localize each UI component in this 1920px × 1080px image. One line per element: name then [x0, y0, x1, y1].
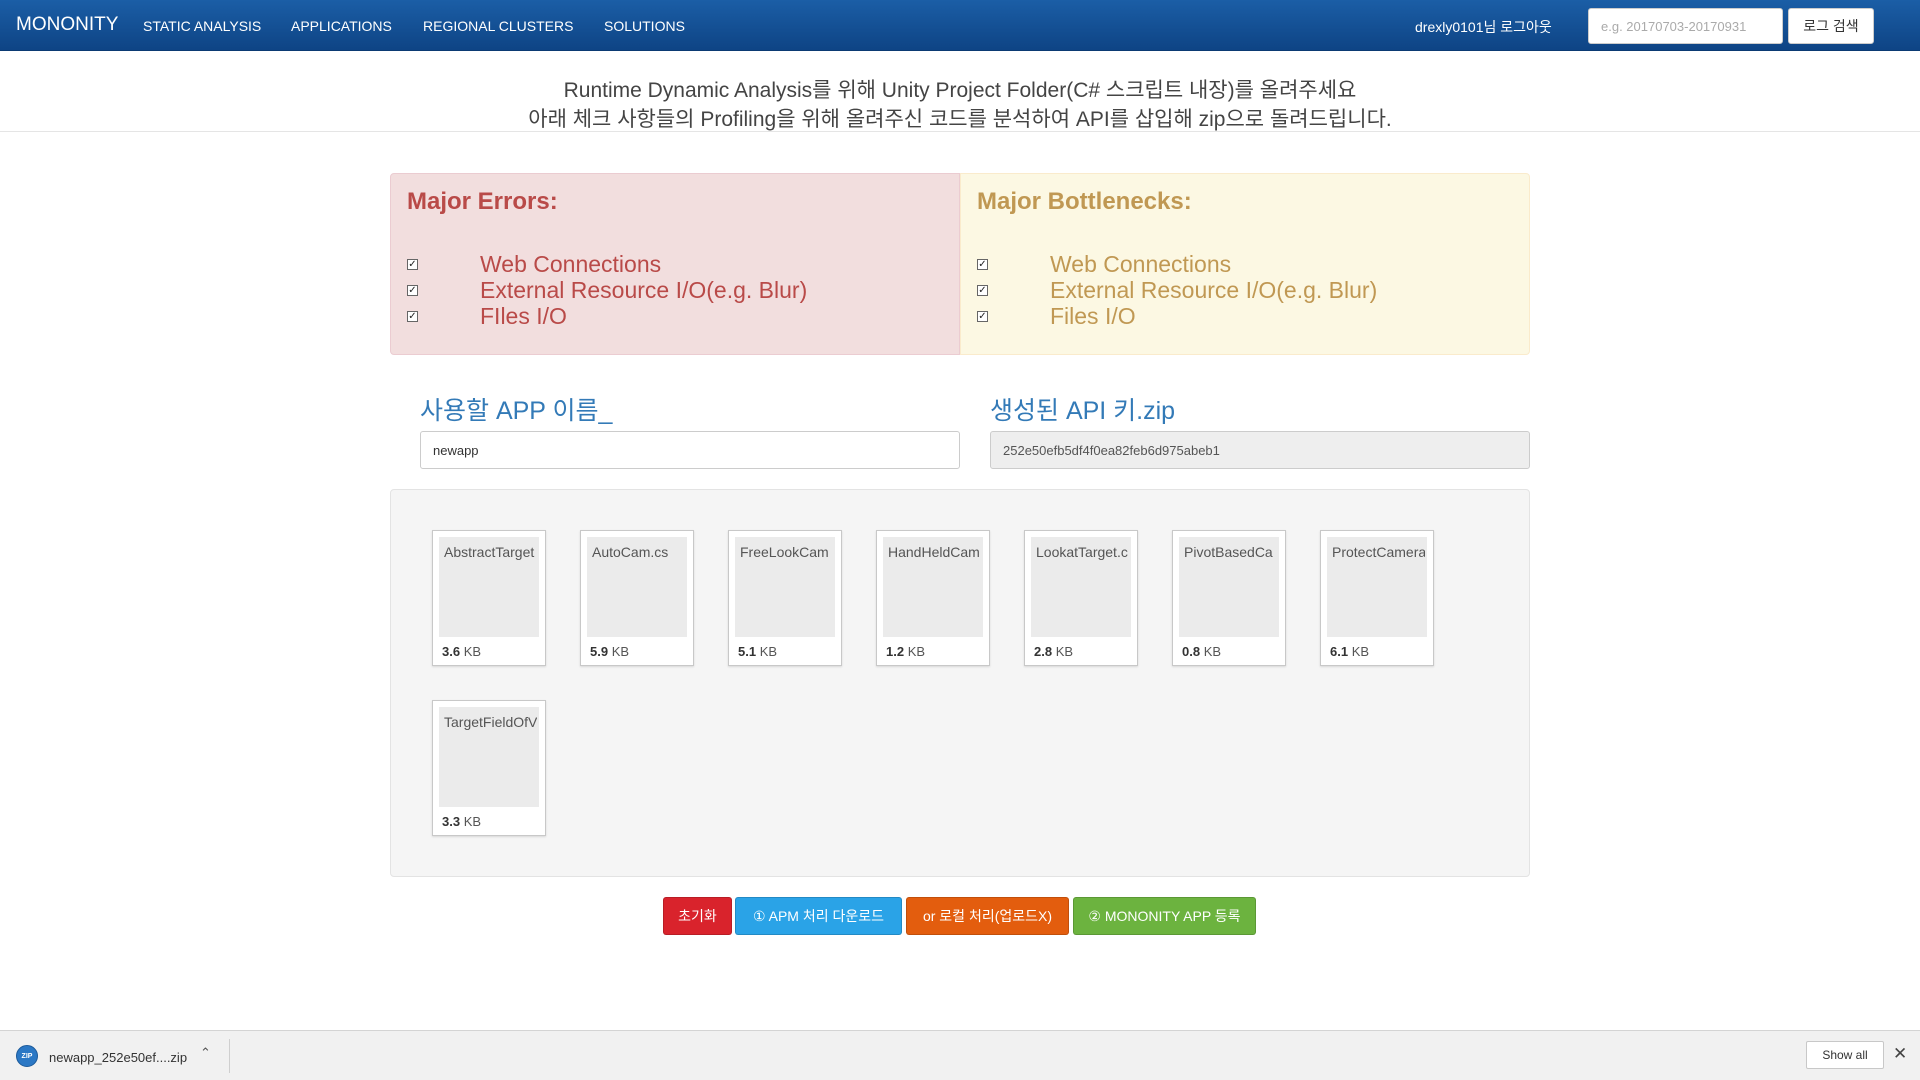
close-icon[interactable]: ✕	[1893, 1044, 1907, 1064]
file-size: 3.3 KB	[442, 814, 481, 829]
reset-button[interactable]: 초기화	[663, 897, 732, 935]
apm-download-button[interactable]: ① APM 처리 다운로드	[735, 897, 902, 935]
file-size-unit: KB	[1203, 644, 1222, 659]
nav-solutions[interactable]: SOLUTIONS	[604, 18, 685, 34]
file-name: AbstractTarget	[444, 544, 535, 560]
file-size-unit: KB	[1055, 644, 1074, 659]
file-size: 5.1 KB	[738, 644, 777, 659]
log-search-input[interactable]	[1588, 8, 1783, 44]
file-drop-area[interactable]: AbstractTarget 3.6 KB AutoCam.cs 5.9 KB …	[390, 489, 1530, 877]
bottlenecks-item-label: Web Connections	[1050, 251, 1232, 277]
file-size-value: 1.2	[886, 644, 905, 659]
api-key-label: 생성된 API 키.zip	[990, 397, 1176, 425]
errors-item-files-io[interactable]: ✓ FIles I/O	[407, 303, 567, 329]
file-card[interactable]: TargetFieldOfV 3.3 KB	[432, 700, 546, 836]
errors-item-external-resource-io[interactable]: ✓ External Resource I/O(e.g. Blur)	[407, 277, 807, 303]
register-app-button[interactable]: ② MONONITY APP 등록	[1073, 897, 1256, 935]
file-name: AutoCam.cs	[592, 544, 669, 560]
file-size-value: 3.3	[442, 814, 461, 829]
file-size-unit: KB	[907, 644, 926, 659]
header-line-2: 아래 체크 사항들의 Profiling을 위해 올려주신 코드를 분석하여 A…	[528, 108, 1392, 131]
brand-logo[interactable]: MONONITY	[16, 14, 118, 36]
user-logout-link[interactable]: drexly0101님 로그아웃	[1415, 17, 1552, 37]
bottlenecks-item-external-resource-io[interactable]: ✓ External Resource I/O(e.g. Blur)	[977, 277, 1377, 303]
header-line-1: Runtime Dynamic Analysis를 위해 Unity Proje…	[563, 79, 1357, 102]
file-size: 0.8 KB	[1182, 644, 1221, 659]
file-name: FreeLookCam	[740, 544, 829, 560]
file-name: LookatTarget.c	[1036, 544, 1128, 560]
nav-static-analysis[interactable]: STATIC ANALYSIS	[143, 18, 261, 34]
file-name: ProtectCamera	[1332, 544, 1425, 560]
file-size-unit: KB	[463, 814, 482, 829]
file-card[interactable]: AbstractTarget 3.6 KB	[432, 530, 546, 666]
file-name: PivotBasedCa	[1184, 544, 1273, 560]
bottlenecks-item-web-connections[interactable]: ✓ Web Connections	[977, 251, 1231, 277]
file-card[interactable]: PivotBasedCa 0.8 KB	[1172, 530, 1286, 666]
file-card[interactable]: LookatTarget.c 2.8 KB	[1024, 530, 1138, 666]
file-size-value: 3.6	[442, 644, 461, 659]
checkbox-checked[interactable]: ✓	[977, 258, 988, 270]
log-search-button[interactable]: 로그 검색	[1788, 8, 1874, 44]
app-name-label: 사용할 APP 이름_	[420, 397, 613, 425]
file-size-value: 5.1	[738, 644, 757, 659]
file-card[interactable]: FreeLookCam 5.1 KB	[728, 530, 842, 666]
checkbox-checked[interactable]: ✓	[407, 284, 418, 296]
errors-item-label: External Resource I/O(e.g. Blur)	[480, 277, 808, 303]
file-size-unit: KB	[1351, 644, 1370, 659]
nav-regional-clusters[interactable]: REGIONAL CLUSTERS	[423, 18, 573, 34]
file-size-unit: KB	[611, 644, 630, 659]
file-size-value: 2.8	[1034, 644, 1053, 659]
app-name-input[interactable]	[420, 431, 960, 469]
file-size: 6.1 KB	[1330, 644, 1369, 659]
nav-applications[interactable]: APPLICATIONS	[291, 18, 392, 34]
checkbox-checked[interactable]: ✓	[407, 258, 418, 270]
errors-item-label: Web Connections	[480, 251, 662, 277]
file-size: 3.6 KB	[442, 644, 481, 659]
download-shelf: ZIP newapp_252e50ef....zip ⌃ Show all ✕	[0, 1030, 1920, 1080]
file-size-unit: KB	[463, 644, 482, 659]
file-size-value: 0.8	[1182, 644, 1201, 659]
downloaded-file-name[interactable]: newapp_252e50ef....zip	[49, 1050, 187, 1065]
file-name: HandHeldCam	[888, 544, 980, 560]
bottlenecks-item-label: Files I/O	[1050, 303, 1136, 329]
bottlenecks-item-label: External Resource I/O(e.g. Blur)	[1050, 277, 1378, 303]
file-size: 1.2 KB	[886, 644, 925, 659]
major-errors-title: Major Errors:	[407, 188, 558, 215]
file-card[interactable]: ProtectCamera 6.1 KB	[1320, 530, 1434, 666]
local-process-button[interactable]: or 로컬 처리(업로드X)	[906, 897, 1069, 935]
checkbox-checked[interactable]: ✓	[407, 310, 418, 322]
checkbox-checked[interactable]: ✓	[977, 310, 988, 322]
file-card[interactable]: AutoCam.cs 5.9 KB	[580, 530, 694, 666]
file-card[interactable]: HandHeldCam 1.2 KB	[876, 530, 990, 666]
zip-icon: ZIP	[16, 1045, 38, 1067]
file-size-unit: KB	[759, 644, 778, 659]
api-key-field[interactable]	[990, 431, 1530, 469]
navbar: MONONITY STATIC ANALYSIS APPLICATIONS RE…	[0, 0, 1920, 51]
file-size-value: 6.1	[1330, 644, 1349, 659]
chevron-up-icon[interactable]: ⌃	[200, 1045, 211, 1061]
errors-item-web-connections[interactable]: ✓ Web Connections	[407, 251, 661, 277]
show-all-button[interactable]: Show all	[1806, 1041, 1884, 1069]
bottlenecks-item-files-io[interactable]: ✓ Files I/O	[977, 303, 1136, 329]
major-bottlenecks-title: Major Bottlenecks:	[977, 188, 1192, 215]
file-size-value: 5.9	[590, 644, 609, 659]
errors-item-label: FIles I/O	[480, 303, 567, 329]
shelf-divider	[229, 1039, 230, 1073]
file-size: 5.9 KB	[590, 644, 629, 659]
file-size: 2.8 KB	[1034, 644, 1073, 659]
major-bottlenecks-panel: Major Bottlenecks: ✓ Web Connections ✓ E…	[960, 173, 1530, 355]
checkbox-checked[interactable]: ✓	[977, 284, 988, 296]
header-divider	[0, 131, 1920, 132]
major-errors-panel: Major Errors: ✓ Web Connections ✓ Extern…	[390, 173, 960, 355]
file-name: TargetFieldOfV	[444, 714, 537, 730]
